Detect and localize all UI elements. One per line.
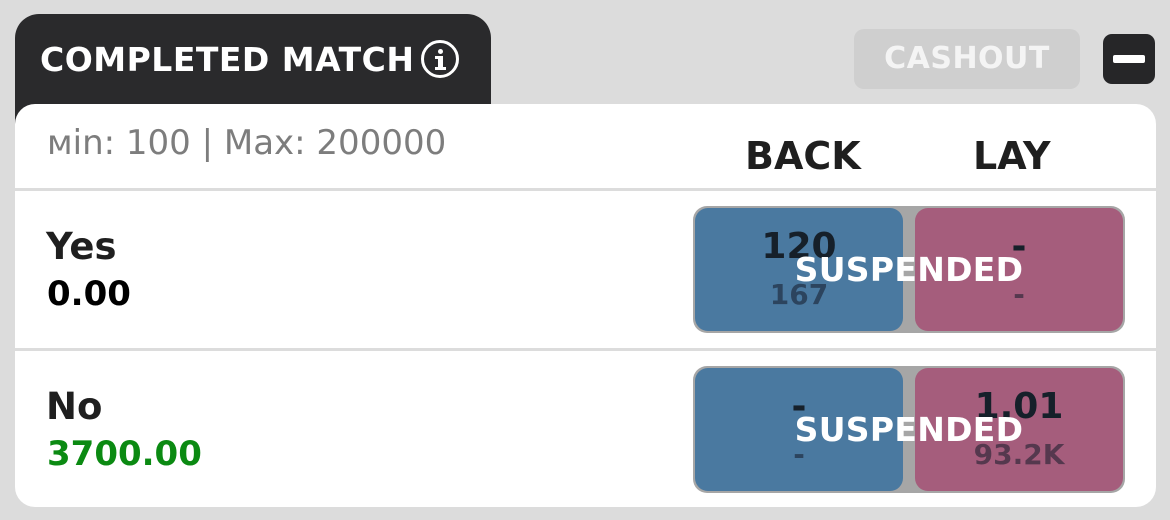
minus-icon	[1113, 55, 1145, 63]
divider	[15, 188, 1156, 191]
collapse-button[interactable]	[1103, 34, 1155, 84]
bet-limits: мin: 100 | Max: 200000	[47, 123, 447, 163]
runner-name-no: No	[46, 385, 103, 428]
runner-pl-no: 3700.00	[47, 434, 202, 474]
market-title: COMPLETED MATCH	[40, 40, 415, 79]
runner-name-yes: Yes	[46, 225, 117, 268]
odds-group-no: - - 1.01 93.2K SUSPENDED	[693, 366, 1125, 493]
runner-pl-yes: 0.00	[47, 274, 131, 314]
market-card: мin: 100 | Max: 200000 BACK LAY Yes 0.00…	[15, 104, 1156, 507]
lay-column-header: LAY	[973, 134, 1051, 178]
cashout-button[interactable]: CASHOUT	[854, 29, 1080, 89]
divider	[15, 348, 1156, 351]
info-icon[interactable]	[421, 40, 459, 78]
suspended-label-yes: SUSPENDED	[794, 250, 1024, 289]
suspended-label-no: SUSPENDED	[794, 410, 1024, 449]
back-column-header: BACK	[745, 134, 861, 178]
odds-group-yes: 120 167 - - SUSPENDED	[693, 206, 1125, 333]
